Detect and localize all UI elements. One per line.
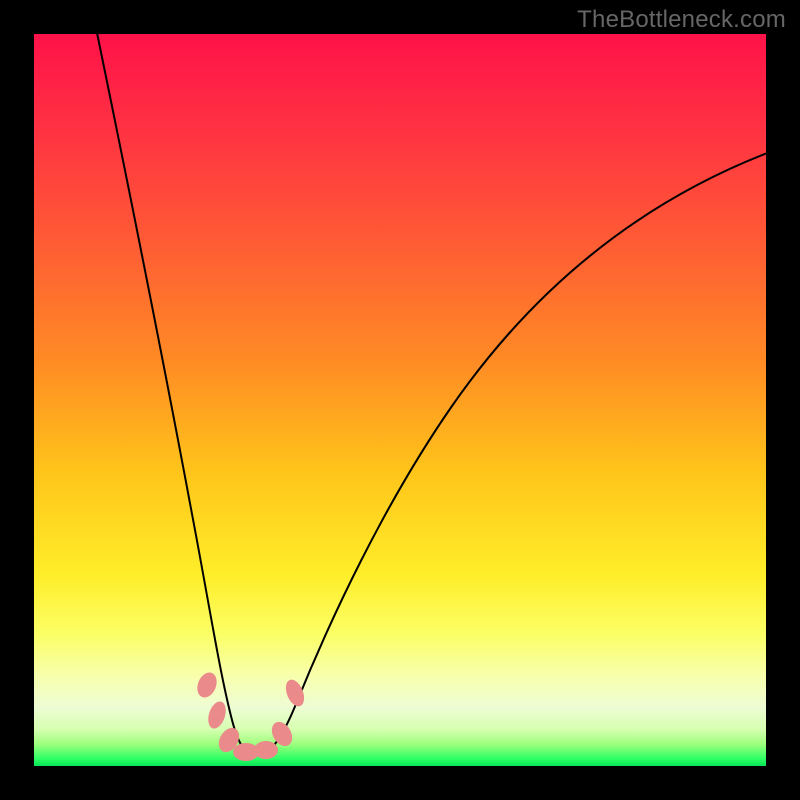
bottleneck-curve: [34, 34, 766, 766]
plot-frame: [34, 34, 766, 766]
curve-path: [96, 28, 770, 754]
watermark-text: TheBottleneck.com: [577, 6, 786, 34]
